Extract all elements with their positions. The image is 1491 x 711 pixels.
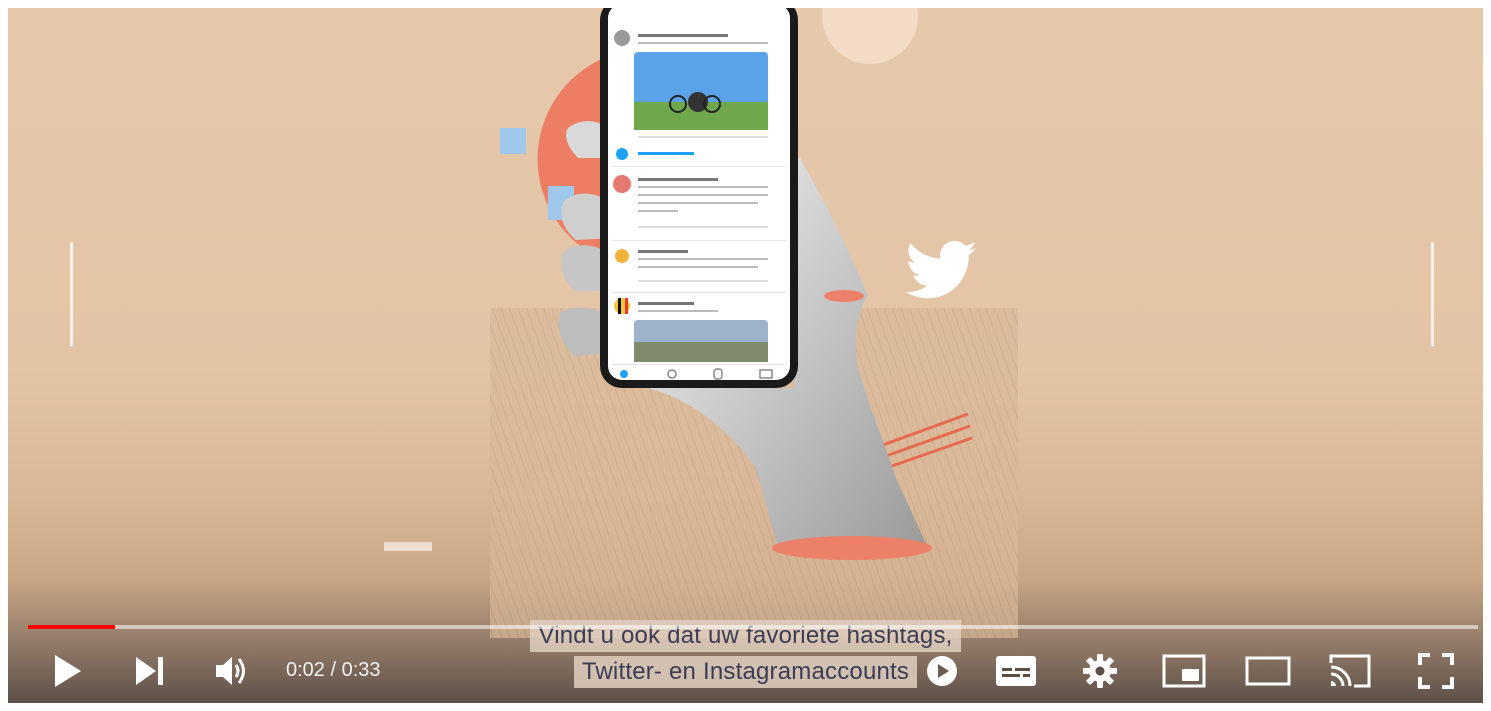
right-bar-decoration — [1431, 242, 1434, 346]
autoplay-toggle[interactable] — [922, 638, 962, 703]
next-button[interactable] — [130, 638, 170, 703]
time-separator: / — [324, 659, 342, 681]
speaker-icon — [216, 656, 245, 685]
miniplayer-button[interactable] — [1162, 638, 1206, 703]
progress-played — [28, 625, 115, 629]
theater-mode-icon — [1245, 656, 1291, 685]
left-bar-decoration — [70, 242, 73, 346]
phone-illustration — [600, 8, 798, 388]
cast-icon — [1329, 654, 1371, 687]
dash-decoration — [384, 542, 432, 551]
duration: 0:33 — [341, 659, 381, 681]
time-display: 0:02 / 0:33 — [286, 638, 381, 703]
circle-decoration — [822, 8, 918, 64]
current-time: 0:02 — [286, 659, 325, 681]
captions-icon — [996, 655, 1036, 686]
fullscreen-icon — [1418, 652, 1454, 689]
skip-next-icon — [136, 656, 163, 685]
video-frame — [70, 8, 1434, 638]
autoplay-toggle-icon — [927, 655, 957, 686]
control-bar: 0:02 / 0:33 — [8, 638, 1483, 703]
miniplayer-icon — [1162, 654, 1206, 687]
volume-button[interactable] — [212, 638, 252, 703]
image-square-decoration — [500, 128, 526, 154]
fullscreen-button[interactable] — [1416, 638, 1456, 703]
twitter-bird-icon — [905, 240, 977, 299]
theater-button[interactable] — [1244, 638, 1292, 703]
play-button[interactable] — [48, 638, 88, 703]
cast-button[interactable] — [1328, 638, 1372, 703]
settings-button[interactable] — [1080, 638, 1120, 703]
subtitles-button[interactable] — [994, 638, 1038, 703]
video-player[interactable]: Vindt u ook dat uw favoriete hashtags, T… — [8, 8, 1483, 703]
progress-bar[interactable] — [28, 625, 1478, 629]
play-icon — [55, 654, 81, 687]
gear-icon — [1083, 653, 1117, 688]
wrist-cut — [772, 536, 932, 560]
